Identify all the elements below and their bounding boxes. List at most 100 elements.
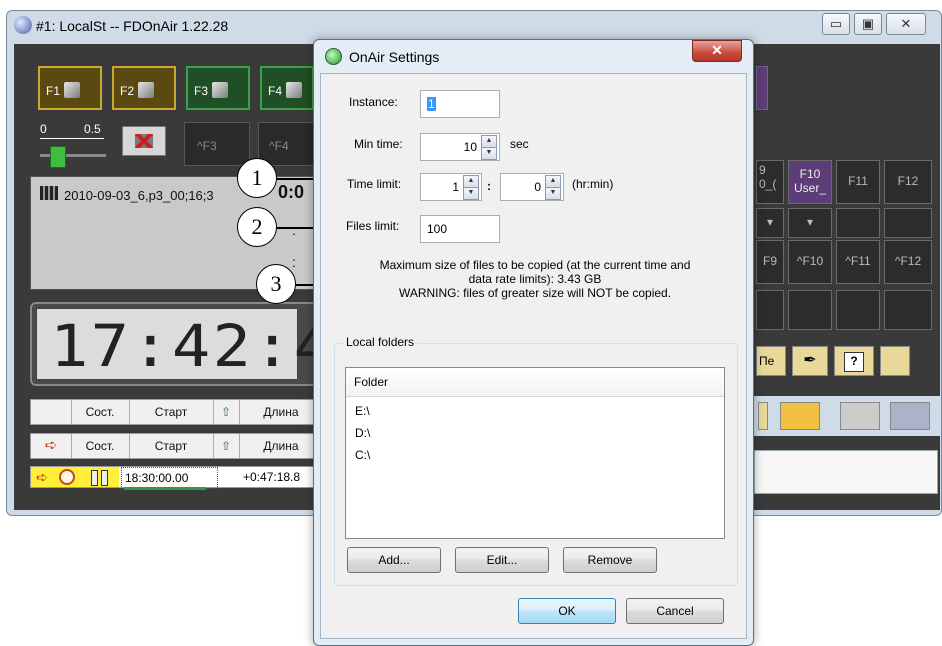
right-list-area [754,450,938,494]
time-limit-unit: (hr:min) [572,177,614,191]
sort-up-icon[interactable]: ⇧ [213,400,240,424]
empty-cell [836,208,880,238]
volume-slider-thumb[interactable] [50,146,66,168]
callout-1: 1 [237,158,277,198]
empty-cell [756,290,784,330]
cancel-button[interactable]: Cancel [626,598,724,624]
min-time-spinner[interactable]: 10 ▲ ▼ [420,133,500,161]
fkey-ctrl-f11[interactable]: ^F11 [836,240,880,284]
fkey-f10-label: F10 [799,167,821,181]
callout-3: 3 [256,264,296,304]
ok-button[interactable]: OK [518,598,616,624]
pause-icon[interactable] [81,467,119,487]
fkey-ctrl-f9[interactable]: F9 [756,240,784,284]
fkey-f12[interactable]: F12 [884,160,932,204]
spin-down-icon[interactable]: ▼ [463,187,479,200]
slider-track [40,138,104,139]
instance-value: 1 [427,97,436,111]
film-strip-icon[interactable] [890,402,930,430]
fkey-f10[interactable]: F10 User_ [788,160,832,204]
clip-icon [64,82,81,98]
fkey-f11[interactable]: F11 [836,160,880,204]
dropdown-arrow[interactable]: ▾ [788,208,832,238]
minimize-button[interactable]: ▭ [822,13,850,35]
fkey-label: F4 [268,84,283,98]
fkey-ctrl-f3[interactable]: ^F3 [184,122,250,166]
instance-label: Instance: [349,95,398,109]
files-limit-field[interactable]: 100 [420,215,500,243]
min-time-label: Min time: [354,137,403,151]
time-limit-hours-spinner[interactable]: 1 ▲ ▼ [420,173,482,201]
close-icon[interactable]: ✕ [692,40,742,62]
empty-cell [884,208,932,238]
min-time-value: 10 [463,140,477,154]
callout-2: 2 [237,207,277,247]
edit-button[interactable]: Edit... [455,547,549,573]
fkey-f9-label: 9 [759,163,766,177]
fkey-f9[interactable]: 9 0_( [756,160,784,204]
delete-icon [135,134,153,148]
time-limit-hours: 1 [452,180,459,194]
folder-item[interactable]: D:\ [355,426,370,440]
files-limit-label: Files limit: [346,219,400,233]
clip-name-wrap: 2010-09-03_6,p3_00;16;3 [40,188,214,203]
clip-edit-icon[interactable] [840,402,880,430]
colon-sep: : [292,254,296,270]
film-clip-icon[interactable] [780,402,820,430]
maximize-button[interactable]: ▣ [854,13,882,35]
delete-clip-button[interactable] [122,126,166,156]
remove-button[interactable]: Remove [563,547,657,573]
fkey-label: F3 [194,84,209,98]
tool-edge[interactable] [758,402,768,430]
purple-key-edge[interactable] [756,66,768,110]
dialog-title: OnAir Settings [349,49,440,65]
clip-time: 0:0 [278,182,305,202]
pen-icon[interactable]: ✒ [792,346,828,376]
slider-scale-mid: 0.5 [84,122,101,136]
fkey-f1[interactable]: F1 [38,66,102,110]
col-start[interactable]: Старт [129,434,214,458]
time-limit-minutes-spinner[interactable]: 0 ▲ ▼ [500,173,564,201]
slider-scale-min: 0 [40,122,47,136]
time-limit-label: Time limit: [347,177,402,191]
spin-down-icon[interactable]: ▼ [481,147,497,160]
pe-button[interactable]: Пе [756,346,786,376]
empty-cell [884,290,932,330]
dropdown-arrow[interactable]: ▾ [756,208,784,238]
window-close-button[interactable]: ✕ [886,13,926,35]
fkey-f4[interactable]: F4 [260,66,314,110]
camera-icon [212,82,229,98]
fkey-f3[interactable]: F3 [186,66,250,110]
fkey-f2[interactable]: F2 [112,66,176,110]
clip-name: 2010-09-03_6,p3_00;16;3 [64,188,214,203]
row-start-time[interactable]: 18:30:00.00 [121,467,218,489]
folder-column-header[interactable]: Folder [346,368,724,397]
local-folders-label: Local folders [343,335,418,349]
clip-icon [138,82,155,98]
instance-field[interactable]: 1 [420,90,500,118]
arrow-right-icon: ➪ [31,467,53,487]
folder-item[interactable]: C:\ [355,448,370,462]
playlist-header-bottom: ➪ Сост. Старт ⇧ Длина [30,433,322,459]
sort-up-icon[interactable]: ⇧ [213,434,240,458]
add-button[interactable]: Add... [347,547,441,573]
col-length[interactable]: Длина [239,400,323,424]
col-state[interactable]: Сост. [71,400,130,424]
playlist-row[interactable]: ➪ 18:30:00.00 +0:47:18.8 [30,466,348,489]
empty-cell [836,290,880,330]
fkey-ctrl-f12[interactable]: ^F12 [884,240,932,284]
app-icon [14,16,32,34]
dialog-app-icon [325,48,342,65]
col-start[interactable]: Старт [129,400,214,424]
fkey-label: F1 [46,84,61,98]
spin-down-icon[interactable]: ▼ [545,187,561,200]
help-button[interactable]: ? [834,346,874,376]
col-length[interactable]: Длина [239,434,323,458]
col-state[interactable]: Сост. [71,434,130,458]
extra-tool-button[interactable] [880,346,910,376]
time-limit-minutes: 0 [534,180,541,194]
fkey-label: F2 [120,84,135,98]
folder-item[interactable]: E:\ [355,404,370,418]
fkey-ctrl-f10[interactable]: ^F10 [788,240,832,284]
fkey-f10-sub: User_ [793,181,826,195]
